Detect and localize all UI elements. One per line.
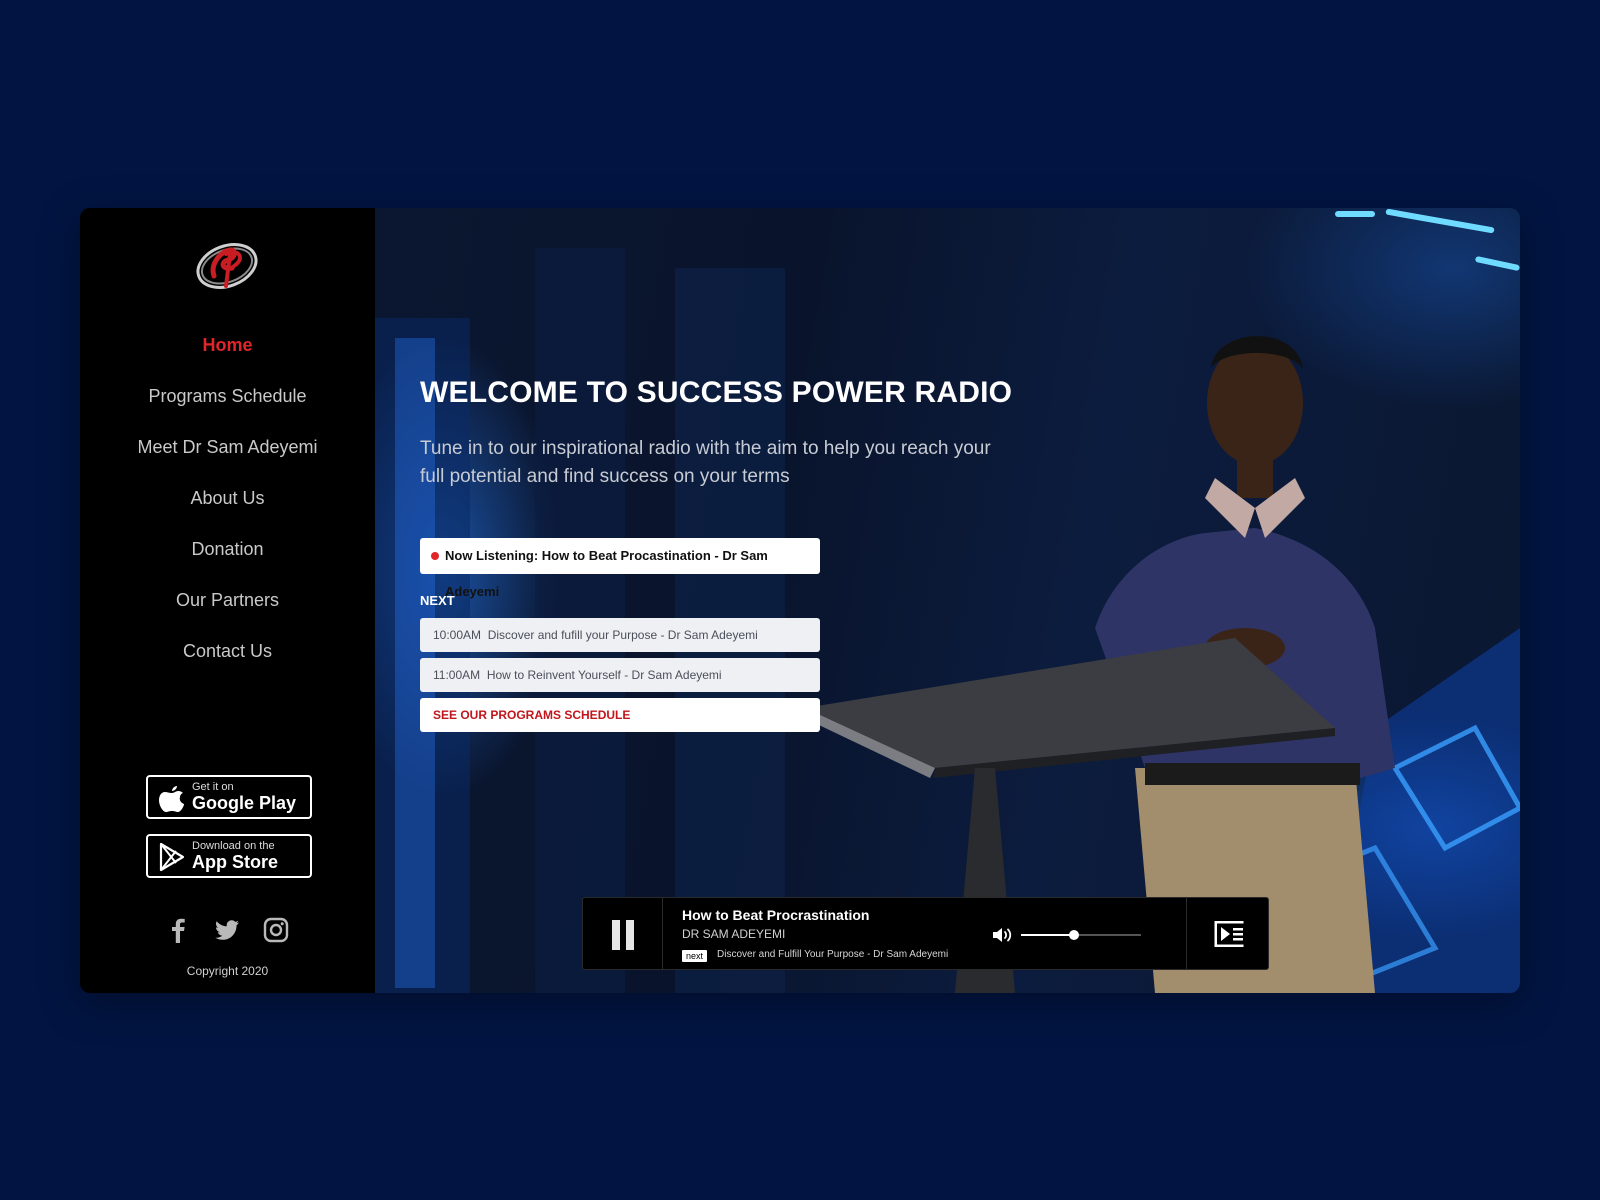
app-window: Home Programs Schedule Meet Dr Sam Adeye… (80, 208, 1520, 993)
instagram-icon[interactable] (262, 916, 290, 944)
app-store-small-label: Download on the (192, 840, 275, 852)
schedule-row[interactable]: 10:00AM Discover and fufill your Purpose… (420, 618, 820, 652)
schedule-time: 10:00AM (433, 628, 482, 642)
pause-icon (612, 920, 620, 950)
schedule-title: How to Reinvent Yourself - Dr Sam Adeyem… (486, 668, 722, 682)
volume-icon[interactable] (991, 926, 1013, 944)
next-label: NEXT (420, 593, 455, 608)
hero-subtitle: Tune in to our inspirational radio with … (420, 438, 991, 487)
app-store-label: App Store (192, 852, 279, 872)
volume-slider[interactable] (1021, 930, 1141, 940)
twitter-icon[interactable] (213, 916, 241, 944)
copyright-text: Copyright 2020 (186, 964, 269, 978)
track-title: How to Beat Procrastination (682, 907, 870, 923)
nav-our-partners[interactable]: Our Partners (80, 590, 375, 611)
playlist-icon (1214, 921, 1244, 947)
schedule-time: 11:00AM (433, 668, 481, 682)
play-store-icon (159, 842, 185, 872)
nav-donation[interactable]: Donation (80, 539, 375, 560)
playlist-button[interactable] (1186, 898, 1268, 969)
track-artist: DR SAM ADEYEMI (682, 927, 786, 941)
nav-contact-us[interactable]: Contact Us (80, 641, 375, 662)
nav-programs-schedule[interactable]: Programs Schedule (80, 386, 375, 407)
programs-schedule-link[interactable]: SEE OUR PROGRAMS SCHEDULE (420, 698, 820, 732)
next-tag: next (682, 950, 708, 962)
google-play-small-label: Get it on (192, 781, 234, 793)
apple-icon (159, 786, 184, 812)
volume-fill (1021, 934, 1074, 936)
sidebar: Home Programs Schedule Meet Dr Sam Adeye… (80, 208, 375, 993)
next-track-text: Discover and Fulfill Your Purpose - Dr S… (717, 949, 949, 960)
nav-meet-dr-sam[interactable]: Meet Dr Sam Adeyemi (80, 437, 375, 458)
facebook-icon[interactable] (164, 916, 192, 944)
nav-home[interactable]: Home (80, 335, 375, 356)
pause-button[interactable] (583, 898, 663, 969)
success-power-logo[interactable] (192, 234, 262, 294)
schedule-row[interactable]: 11:00AM How to Reinvent Yourself - Dr Sa… (420, 658, 820, 692)
app-store-button[interactable]: Download on the App Store (146, 834, 312, 878)
hero-background-image (375, 208, 1520, 993)
google-play-button[interactable]: Get it on Google Play (146, 775, 312, 819)
schedule-title: Discover and fufill your Purpose - Dr Sa… (487, 628, 758, 642)
live-dot-icon (431, 552, 439, 560)
now-listening-box[interactable]: Now Listening: How to Beat Procastinatio… (420, 538, 820, 599)
volume-knob[interactable] (1068, 930, 1079, 940)
nav-about-us[interactable]: About Us (80, 488, 375, 509)
hero-section: WELCOME TO SUCCESS POWER RADIO Tune in t… (375, 208, 1520, 993)
pause-icon (626, 920, 634, 950)
audio-player: How to Beat Procrastination DR SAM ADEYE… (582, 897, 1269, 970)
hero-title: WELCOME TO SUCCESS POWER RADIO (420, 376, 1013, 409)
google-play-label: Google Play (192, 793, 297, 813)
